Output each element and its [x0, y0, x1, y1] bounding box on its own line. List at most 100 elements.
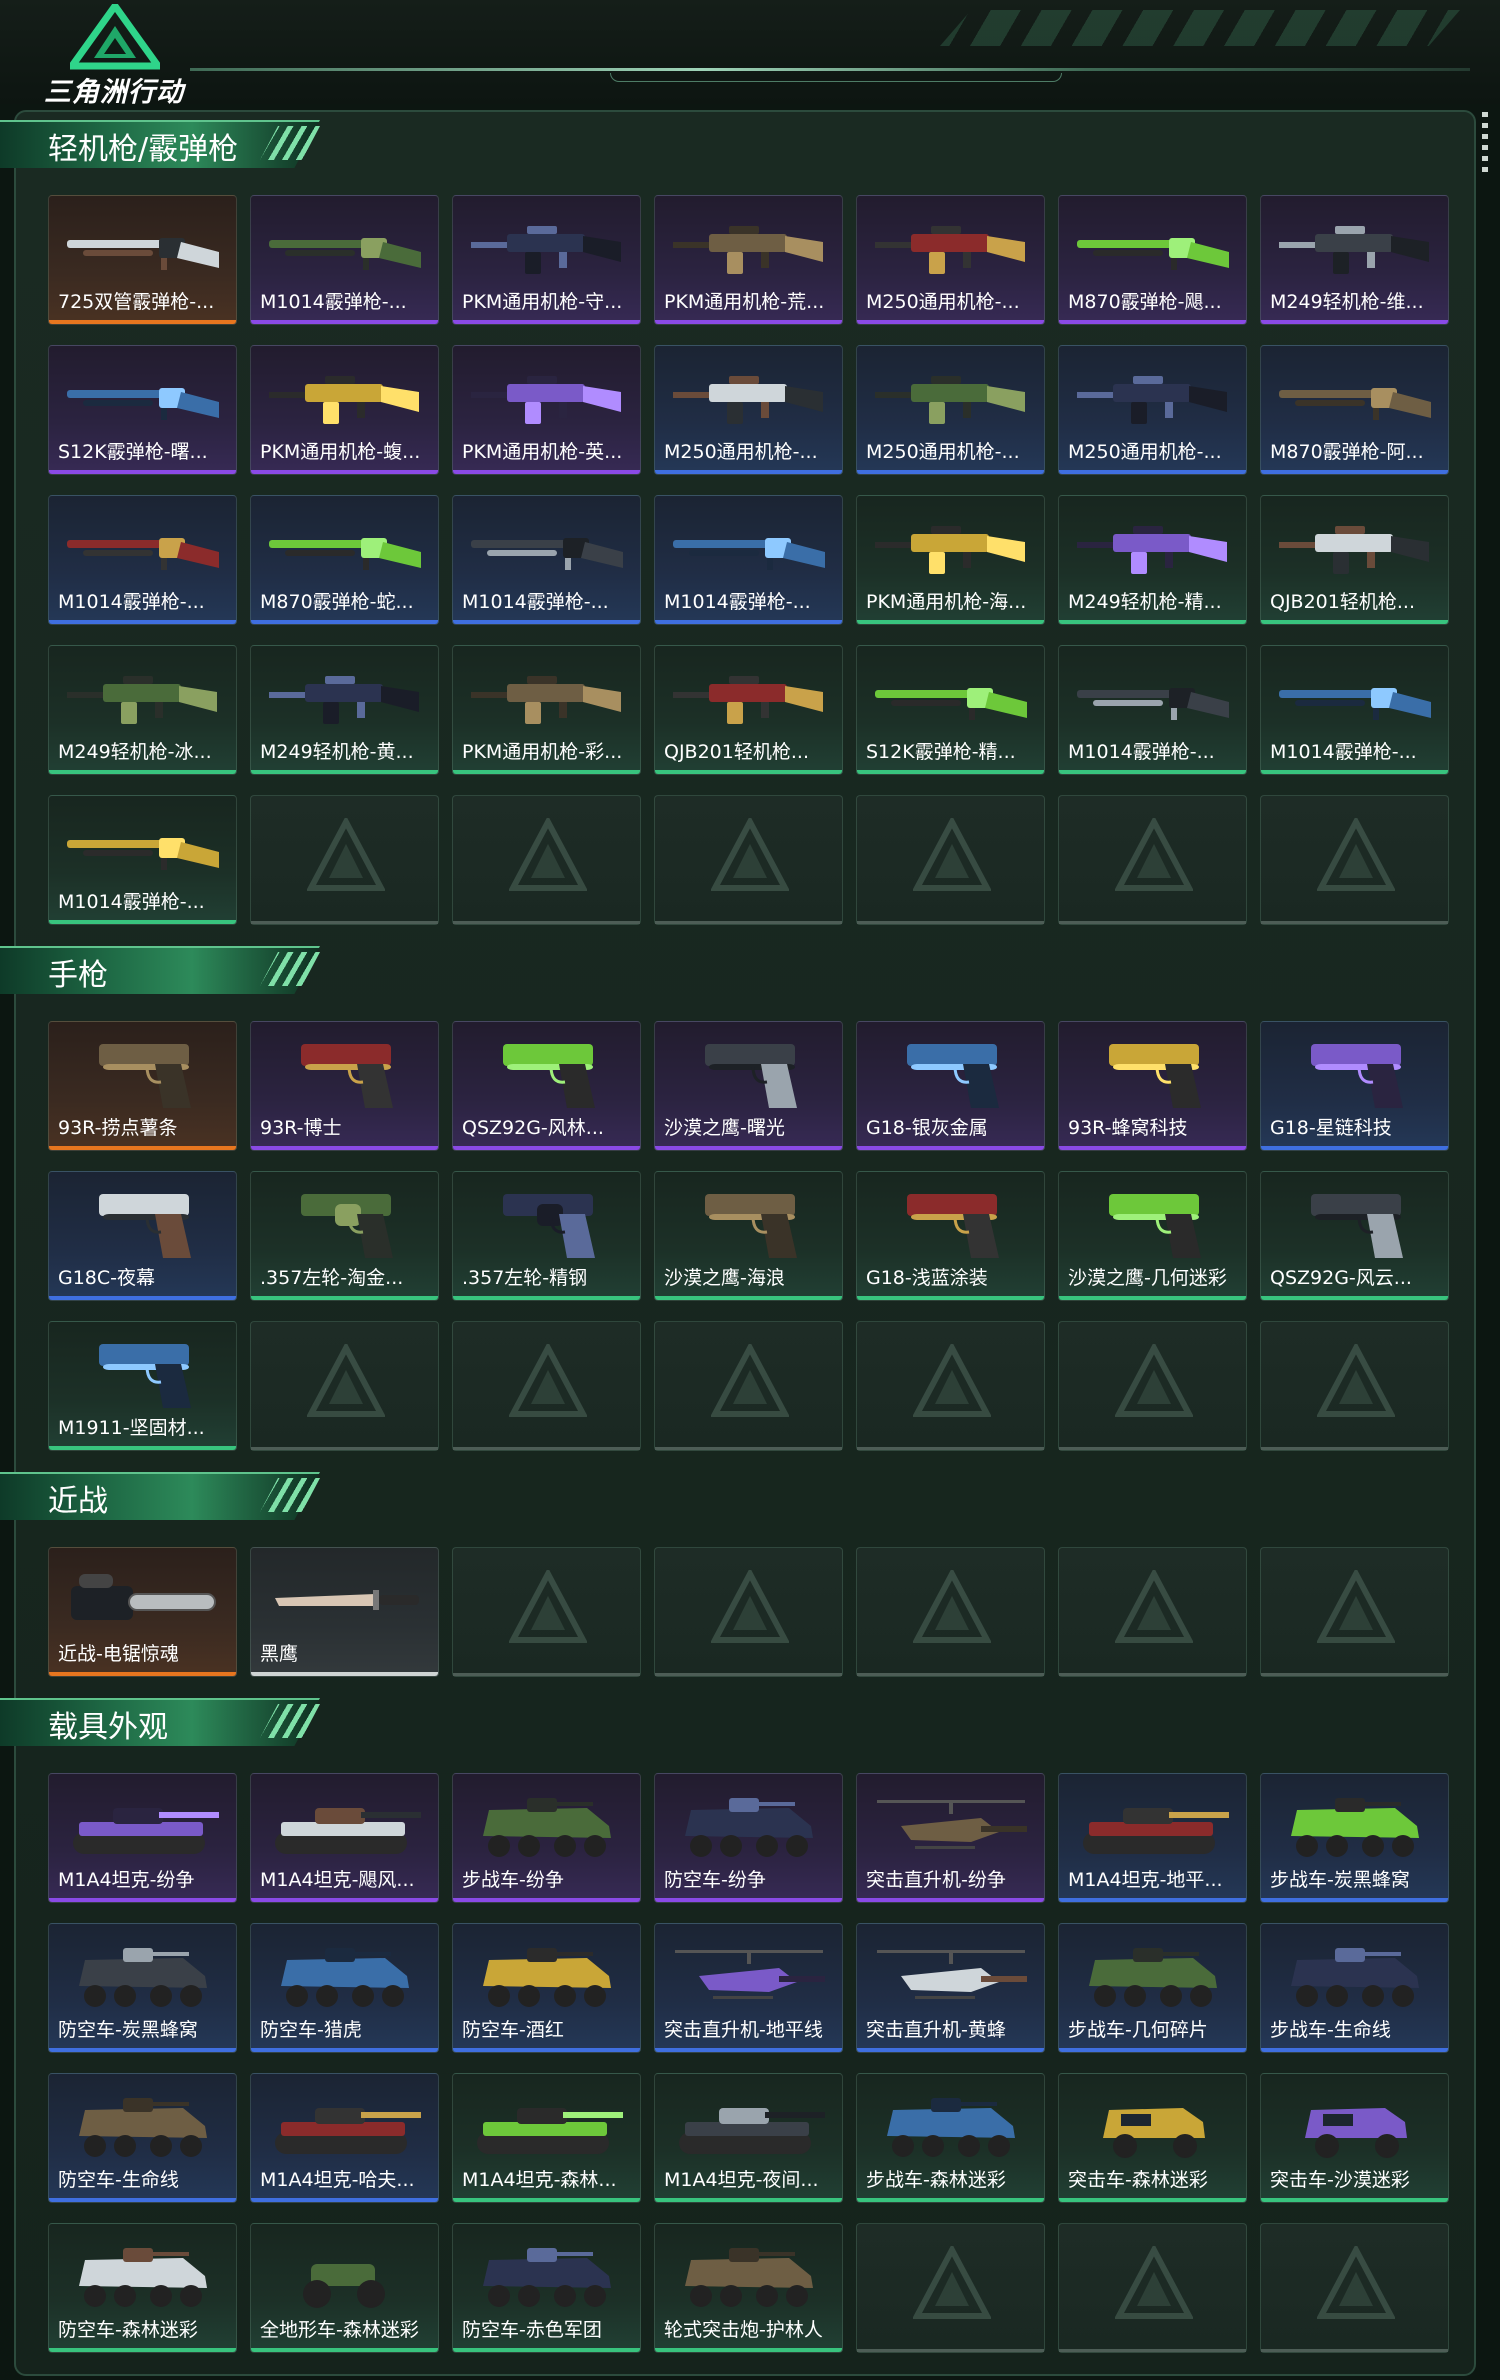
item-card[interactable]: M870霰弹枪-飓... — [1058, 195, 1247, 325]
item-name: 防空车-森林迷彩 — [58, 2319, 198, 2341]
item-card[interactable]: PKM通用机枪-彩... — [452, 645, 641, 775]
item-card[interactable]: 步战车-炭黑蜂窝 — [1260, 1773, 1449, 1903]
item-card[interactable]: .357左轮-淘金... — [250, 1171, 439, 1301]
item-card[interactable]: 沙漠之鹰-几何迷彩 — [1058, 1171, 1247, 1301]
item-card[interactable]: PKM通用机枪-荒... — [654, 195, 843, 325]
item-card[interactable]: M1014霰弹枪-... — [48, 495, 237, 625]
item-card[interactable]: QJB201轻机枪... — [1260, 495, 1449, 625]
item-card[interactable]: 近战-电锯惊魂 — [48, 1547, 237, 1677]
item-card[interactable]: 全地形车-森林迷彩 — [250, 2223, 439, 2353]
item-card[interactable]: 突击直升机-纷争 — [856, 1773, 1045, 1903]
item-card[interactable]: M1A4坦克-夜间... — [654, 2073, 843, 2203]
empty-slot — [250, 795, 439, 925]
item-card[interactable]: 防空车-炭黑蜂窝 — [48, 1923, 237, 2053]
item-card[interactable]: 防空车-赤色军团 — [452, 2223, 641, 2353]
empty-slot-logo-icon — [711, 1570, 789, 1643]
item-card[interactable]: 防空车-森林迷彩 — [48, 2223, 237, 2353]
item-card[interactable]: 防空车-酒红 — [452, 1923, 641, 2053]
tank-icon — [669, 2086, 829, 2166]
item-card[interactable]: QJB201轻机枪... — [654, 645, 843, 775]
apc-icon — [1073, 1936, 1233, 2016]
item-card[interactable]: 93R-博士 — [250, 1021, 439, 1151]
item-name: QJB201轻机枪... — [664, 741, 809, 763]
rarity-bar — [49, 920, 236, 924]
item-card[interactable]: M250通用机枪-... — [654, 345, 843, 475]
item-card[interactable]: M1014霰弹枪-... — [654, 495, 843, 625]
item-card[interactable]: M249轻机枪-黄... — [250, 645, 439, 775]
item-card[interactable]: 突击直升机-黄蜂 — [856, 1923, 1045, 2053]
item-card[interactable]: 黑鹰 — [250, 1547, 439, 1677]
item-card[interactable]: 轮式突击炮-护林人 — [654, 2223, 843, 2353]
item-card[interactable]: M1A4坦克-飓风... — [250, 1773, 439, 1903]
rarity-bar — [453, 1146, 640, 1150]
item-card[interactable]: M249轻机枪-冰... — [48, 645, 237, 775]
item-card[interactable]: 725双管霰弹枪-... — [48, 195, 237, 325]
item-card[interactable]: G18-浅蓝涂装 — [856, 1171, 1045, 1301]
item-card[interactable]: M1014霰弹枪-... — [1058, 645, 1247, 775]
item-card[interactable]: M250通用机枪-... — [856, 345, 1045, 475]
item-name: PKM通用机枪-蝮... — [260, 441, 421, 463]
item-card[interactable]: G18-银灰金属 — [856, 1021, 1045, 1151]
item-card[interactable]: 步战车-森林迷彩 — [856, 2073, 1045, 2203]
item-name: QJB201轻机枪... — [1270, 591, 1415, 613]
item-card[interactable]: S12K霰弹枪-曙... — [48, 345, 237, 475]
item-card[interactable]: 步战车-纷争 — [452, 1773, 641, 1903]
item-card[interactable]: M250通用机枪-... — [1058, 345, 1247, 475]
rarity-bar — [49, 2048, 236, 2052]
item-card[interactable]: 步战车-生命线 — [1260, 1923, 1449, 2053]
item-card[interactable]: M1014霰弹枪-... — [48, 795, 237, 925]
item-card[interactable]: M1911-坚固材... — [48, 1321, 237, 1451]
item-card[interactable]: G18C-夜幕 — [48, 1171, 237, 1301]
item-card[interactable]: QSZ92G-风林... — [452, 1021, 641, 1151]
item-card[interactable]: M250通用机枪-... — [856, 195, 1045, 325]
item-card[interactable]: M1A4坦克-纷争 — [48, 1773, 237, 1903]
item-name: 步战车-森林迷彩 — [866, 2169, 1006, 2191]
item-card[interactable]: 突击车-森林迷彩 — [1058, 2073, 1247, 2203]
item-card[interactable]: M1014霰弹枪-... — [1260, 645, 1449, 775]
item-card[interactable]: M249轻机枪-维... — [1260, 195, 1449, 325]
item-card[interactable]: M1A4坦克-森林... — [452, 2073, 641, 2203]
item-card[interactable]: 93R-捞点薯条 — [48, 1021, 237, 1151]
rarity-bar — [453, 470, 640, 474]
item-card[interactable]: PKM通用机枪-蝮... — [250, 345, 439, 475]
rarity-bar — [655, 620, 842, 624]
rarity-bar — [1261, 320, 1448, 324]
item-name: PKM通用机枪-彩... — [462, 741, 623, 763]
item-card[interactable]: G18-星链科技 — [1260, 1021, 1449, 1151]
shotgun-icon — [265, 208, 425, 288]
item-card[interactable]: PKM通用机枪-海... — [856, 495, 1045, 625]
apc-icon — [669, 2236, 829, 2316]
empty-slot-logo-icon — [1317, 1570, 1395, 1643]
rarity-bar — [1059, 470, 1246, 474]
item-name: M1014霰弹枪-... — [1270, 741, 1417, 763]
item-card[interactable]: M1014霰弹枪-... — [250, 195, 439, 325]
item-card[interactable]: 93R-蜂窝科技 — [1058, 1021, 1247, 1151]
item-card[interactable]: M1A4坦克-哈夫... — [250, 2073, 439, 2203]
item-name: 93R-捞点薯条 — [58, 1117, 178, 1139]
item-card[interactable]: PKM通用机枪-英... — [452, 345, 641, 475]
item-name: .357左轮-淘金... — [260, 1267, 404, 1289]
item-card[interactable]: 突击车-沙漠迷彩 — [1260, 2073, 1449, 2203]
item-card[interactable]: 防空车-纷争 — [654, 1773, 843, 1903]
helicopter-icon — [871, 1786, 1031, 1866]
item-card[interactable]: S12K霰弹枪-精... — [856, 645, 1045, 775]
section-title: 轻机枪/霰弹枪 — [48, 132, 239, 167]
item-card[interactable]: 沙漠之鹰-曙光 — [654, 1021, 843, 1151]
empty-slot — [1058, 2223, 1247, 2353]
item-card[interactable]: QSZ92G-风云... — [1260, 1171, 1449, 1301]
item-card[interactable]: M249轻机枪-精... — [1058, 495, 1247, 625]
item-card[interactable]: M870霰弹枪-蛇... — [250, 495, 439, 625]
item-card[interactable]: 沙漠之鹰-海浪 — [654, 1171, 843, 1301]
item-card[interactable]: 步战车-几何碎片 — [1058, 1923, 1247, 2053]
item-card[interactable]: 防空车-生命线 — [48, 2073, 237, 2203]
item-card[interactable]: 防空车-猎虎 — [250, 1923, 439, 2053]
item-card[interactable]: M1014霰弹枪-... — [452, 495, 641, 625]
item-card[interactable]: M1A4坦克-地平... — [1058, 1773, 1247, 1903]
item-card[interactable]: 突击直升机-地平线 — [654, 1923, 843, 2053]
rarity-bar — [1059, 320, 1246, 324]
item-card[interactable]: PKM通用机枪-守... — [452, 195, 641, 325]
section-header-vehicle-skins: 载具外观 — [0, 1698, 330, 1746]
scrollbar-handle[interactable] — [1482, 112, 1488, 172]
item-card[interactable]: M870霰弹枪-阿... — [1260, 345, 1449, 475]
item-card[interactable]: .357左轮-精钢 — [452, 1171, 641, 1301]
